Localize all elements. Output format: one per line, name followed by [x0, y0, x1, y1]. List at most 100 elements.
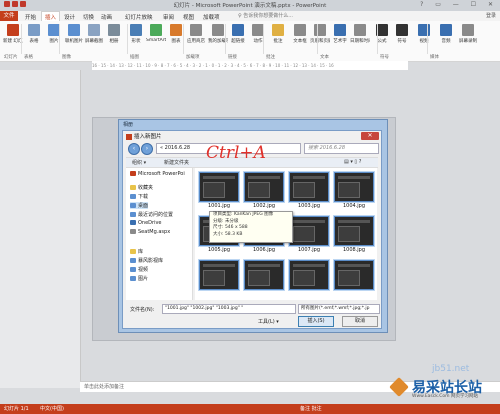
file-type-select[interactable]: 所有图片(*.emf;*.wmf;*.jpg;*.jp: [298, 304, 380, 314]
tree-item-label: SeatMg.aspx: [138, 229, 171, 235]
window-controls[interactable]: ? ▭ — ☐ ✕: [420, 1, 498, 8]
file-thumbnail[interactable]: [334, 260, 374, 290]
tell-me-search[interactable]: ♀ 告诉我你想要做什么...: [238, 12, 293, 19]
thumb-bar: [293, 264, 325, 267]
ribbon-group-label: 媒体: [430, 55, 439, 60]
ribbon-button-icon: [7, 24, 19, 36]
notes-comments-toggle[interactable]: 备注 批注: [300, 405, 322, 412]
ribbon-button[interactable]: 符号: [392, 24, 412, 44]
ribbon-button-label: 动作: [253, 39, 263, 44]
file-thumbnail[interactable]: [334, 172, 374, 202]
ribbon-button-label: 符号: [397, 39, 407, 44]
ribbon-button[interactable]: 视频: [414, 24, 434, 44]
filename-label: 文件名(N):: [130, 307, 155, 313]
tree-item[interactable]: 图片: [130, 275, 148, 282]
view-options-icon[interactable]: ▤ ▾ ▯ ?: [344, 159, 361, 165]
tab-file[interactable]: 文件: [0, 11, 18, 21]
folder-icon: [130, 276, 136, 281]
filename-input[interactable]: "1001.jpg" "1002.jpg" "1003.jpg" ": [162, 304, 296, 314]
ribbon-button-icon: [272, 24, 284, 36]
new-folder-button[interactable]: 新建文件夹: [164, 159, 189, 166]
tree-item-label: 下载: [138, 194, 149, 200]
cancel-button[interactable]: 取消: [342, 316, 378, 327]
ribbon-group-separator: [427, 24, 428, 54]
close-button[interactable]: ✕: [361, 132, 379, 140]
ribbon-button-label: 音频: [441, 39, 451, 44]
sign-in-link[interactable]: 登录: [486, 12, 496, 19]
tree-item[interactable]: 最近访问的位置: [130, 211, 173, 218]
ribbon-button[interactable]: 表格: [24, 24, 44, 44]
folder-icon: [130, 267, 136, 272]
file-thumbnail[interactable]: [289, 216, 329, 246]
ribbon-group-label: 幻灯片: [4, 55, 18, 60]
ribbon-button-label: 屏幕录制: [459, 39, 477, 44]
file-thumbnail[interactable]: [289, 172, 329, 202]
ribbon-button[interactable]: 音频: [436, 24, 456, 44]
tooltip-line: 大小: 58.3 KB: [213, 231, 243, 237]
ribbon-group-separator: [225, 24, 226, 54]
ribbon-button[interactable]: 相册: [104, 24, 124, 44]
tree-item[interactable]: 暴风影视库: [130, 257, 163, 264]
file-thumbnail[interactable]: [289, 260, 329, 290]
ribbon-button[interactable]: 文本框: [290, 24, 310, 44]
ribbon-button-icon: [68, 24, 80, 36]
file-thumbnail[interactable]: [244, 260, 284, 290]
ribbon-button[interactable]: 公式: [372, 24, 392, 44]
ribbon-button[interactable]: 屏幕截图: [84, 24, 104, 44]
dialog-title-text: 插入新图片: [134, 134, 162, 140]
ribbon-group-label: 符号: [380, 55, 389, 60]
tree-item-label: Microsoft PowerPoi: [138, 171, 185, 177]
ribbon-button-label: 批注: [273, 39, 283, 44]
ribbon-button-label: 联机图片: [65, 39, 83, 44]
ribbon-button[interactable]: 应用商店: [186, 24, 206, 44]
ribbon-button[interactable]: 屏幕录制: [458, 24, 478, 44]
ribbon-button[interactable]: 艺术字: [330, 24, 350, 44]
ribbon-button-label: SmartArt: [146, 38, 166, 43]
back-icon[interactable]: ‹: [128, 143, 140, 155]
thumb-bar: [293, 220, 325, 223]
ribbon-button[interactable]: SmartArt: [146, 24, 166, 43]
folder-icon: [130, 249, 136, 254]
file-thumbnail[interactable]: [334, 216, 374, 246]
organize-button[interactable]: 组织 ▾: [132, 159, 146, 166]
ribbon-button-label: 页眉和页脚: [310, 39, 330, 44]
slide-thumbnail-pane[interactable]: [0, 70, 81, 388]
file-thumbnail[interactable]: [199, 172, 239, 202]
ribbon-button[interactable]: 页眉和页脚: [310, 24, 330, 44]
ribbon-group-label: 插图: [130, 55, 139, 60]
ribbon-button-icon: [150, 24, 162, 36]
file-thumbnail[interactable]: [199, 260, 239, 290]
ribbon-button[interactable]: 日期和时间: [350, 24, 370, 44]
tree-item[interactable]: 收藏夹: [130, 184, 153, 191]
ribbon-button[interactable]: 批注: [268, 24, 288, 44]
ribbon-button-icon: [108, 24, 120, 36]
ribbon-button[interactable]: 联机图片: [64, 24, 84, 44]
file-thumbnail[interactable]: [244, 172, 284, 202]
ribbon-button-icon: [190, 24, 202, 36]
ribbon-button[interactable]: 图片: [44, 24, 64, 44]
forward-icon[interactable]: ›: [141, 143, 153, 155]
ribbon-button[interactable]: 形状: [126, 24, 146, 44]
tree-item[interactable]: Microsoft PowerPoi: [130, 171, 185, 177]
ribbon-group-separator: [59, 24, 60, 54]
notes-placeholder: 单击此处添加备注: [84, 384, 125, 390]
tree-item[interactable]: OneDrive: [130, 220, 162, 226]
ribbon-button-label: 图片: [49, 39, 59, 44]
ribbon-group-separator: [183, 24, 184, 54]
insert-button[interactable]: 插入(S): [298, 316, 334, 327]
language-indicator[interactable]: 中文(中国): [40, 405, 64, 412]
tools-menu[interactable]: 工具(L) ▾: [258, 318, 279, 325]
file-name: 1003.jpg: [297, 203, 321, 209]
tree-item[interactable]: 桌面: [130, 202, 149, 209]
folder-icon: [130, 171, 136, 176]
ribbon-button[interactable]: 超链接: [228, 24, 248, 44]
tree-item[interactable]: 视频: [130, 266, 148, 273]
ribbon-button-icon: [170, 24, 182, 36]
tree-item[interactable]: 库: [130, 248, 143, 255]
thumb-preview: [248, 270, 270, 286]
ribbon-button[interactable]: 新建 幻灯片: [3, 24, 23, 44]
ribbon-button[interactable]: 动作: [248, 24, 268, 44]
tree-item[interactable]: 下载: [130, 193, 148, 200]
folder-search-input[interactable]: 搜索 2016.6.28: [304, 143, 379, 154]
tree-item[interactable]: SeatMg.aspx: [130, 229, 170, 235]
